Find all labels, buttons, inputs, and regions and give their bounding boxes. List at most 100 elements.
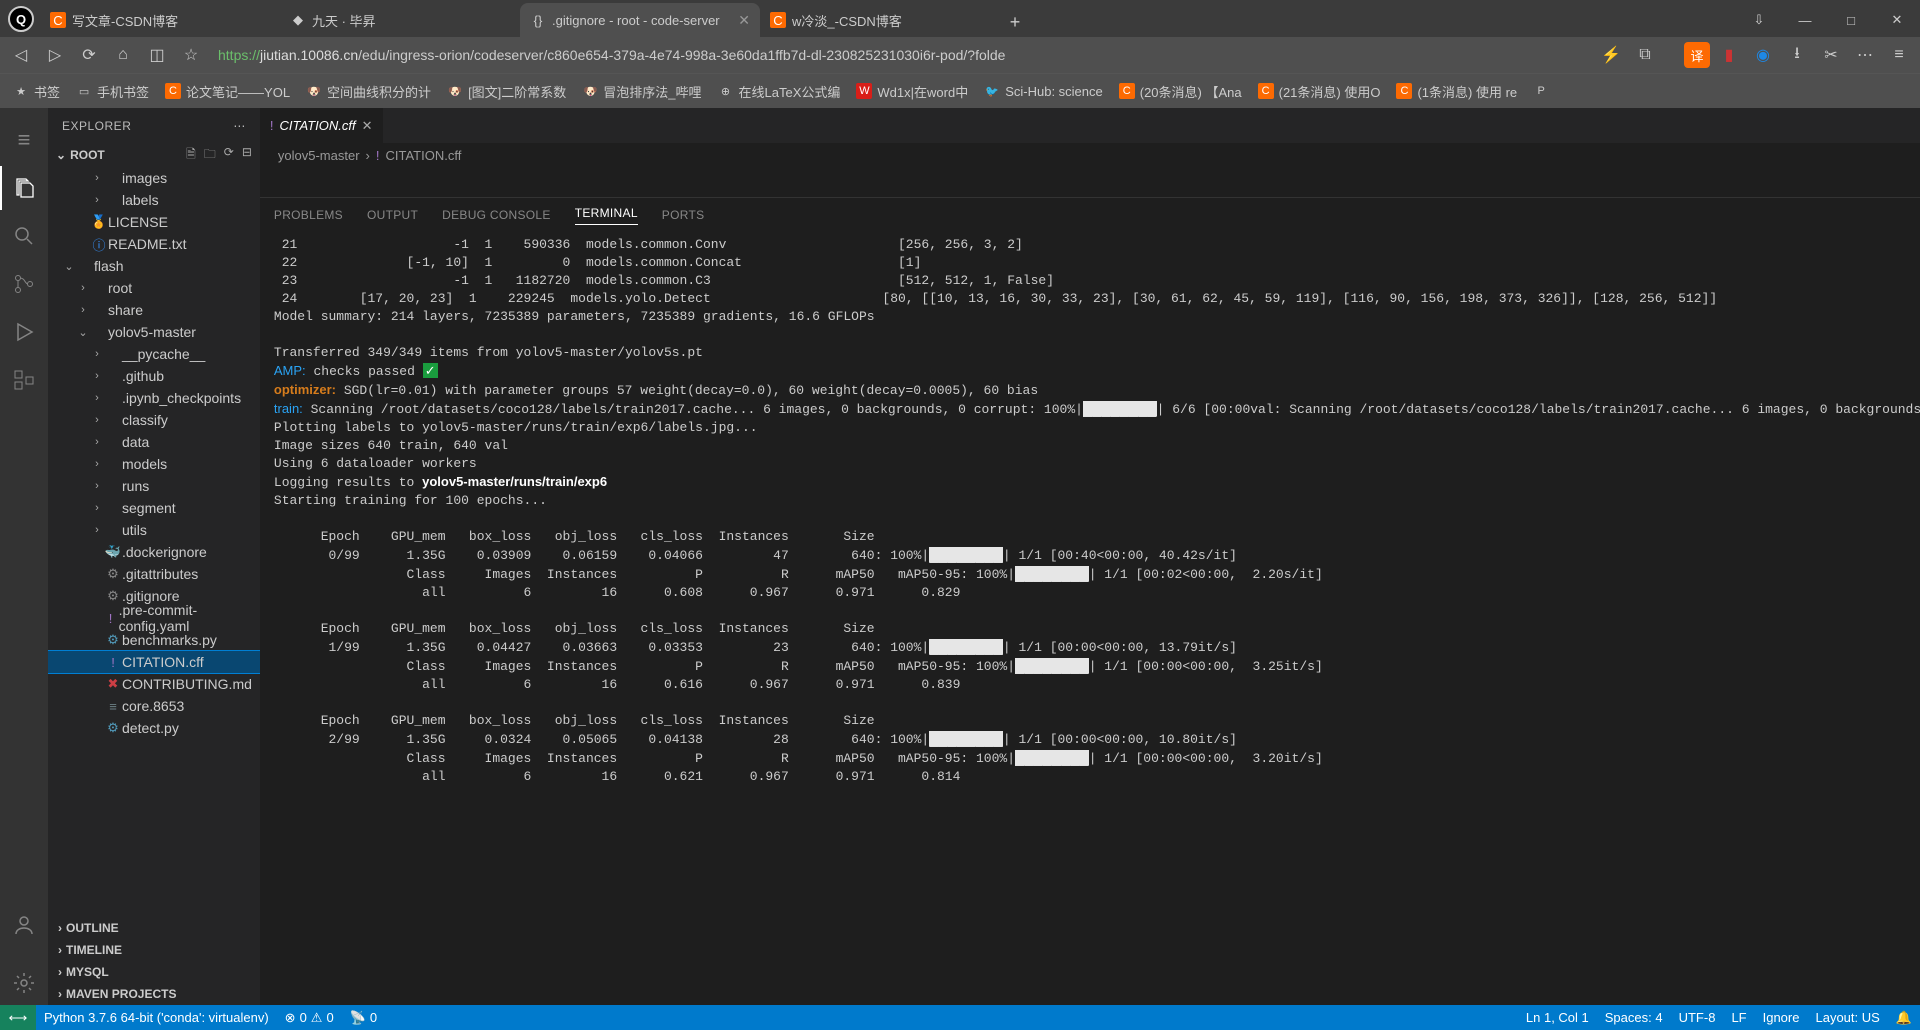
- minimize-icon[interactable]: —: [1782, 3, 1828, 37]
- bookmark-item[interactable]: P: [1526, 77, 1561, 105]
- bookmark-item[interactable]: ▭手机书签: [69, 77, 156, 105]
- bookmark-item[interactable]: C(21条消息) 使用O: [1251, 77, 1388, 105]
- tree-item[interactable]: ›root: [48, 277, 260, 299]
- bookmark-item[interactable]: C(20条消息) 【Ana: [1112, 77, 1249, 105]
- new-file-icon[interactable]: 🗎: [186, 145, 196, 166]
- panel-tab[interactable]: TERMINAL: [575, 206, 638, 225]
- tree-item[interactable]: ›images: [48, 167, 260, 189]
- status-encoding[interactable]: UTF-8: [1671, 1005, 1724, 1030]
- status-bell-icon[interactable]: 🔔: [1888, 1005, 1920, 1030]
- download-indicator-icon[interactable]: ⇩: [1736, 3, 1782, 37]
- bookmark-item[interactable]: 🐦Sci-Hub: science: [977, 77, 1110, 105]
- search-icon[interactable]: [0, 214, 48, 258]
- browser-tab[interactable]: {}.gitignore - root - code-server✕: [520, 3, 760, 37]
- status-layout[interactable]: Layout: US: [1807, 1005, 1887, 1030]
- back-icon[interactable]: ◁: [6, 40, 36, 70]
- new-tab-button[interactable]: +: [1000, 7, 1030, 37]
- settings-icon[interactable]: [0, 961, 48, 1005]
- flash-icon[interactable]: ⚡: [1596, 40, 1626, 70]
- bookmark-item[interactable]: WWd1x|在word中: [849, 77, 975, 105]
- menu-icon[interactable]: ≡: [1884, 40, 1914, 70]
- tree-item[interactable]: ⓘREADME.txt: [48, 233, 260, 255]
- tree-item[interactable]: ›.ipynb_checkpoints: [48, 387, 260, 409]
- translate-icon[interactable]: 译: [1684, 42, 1710, 68]
- status-ln[interactable]: Ln 1, Col 1: [1518, 1005, 1597, 1030]
- bookmark-item[interactable]: ⊕在线LaTeX公式编: [711, 77, 848, 105]
- popup-icon[interactable]: ⧉: [1630, 40, 1660, 70]
- new-folder-icon[interactable]: 🗀: [204, 145, 216, 166]
- refresh-icon[interactable]: ⟳: [224, 145, 234, 166]
- status-problems[interactable]: ⊗ 0 ⚠ 0: [277, 1005, 342, 1030]
- debug-icon[interactable]: [0, 310, 48, 354]
- tree-item[interactable]: ⚙detect.py: [48, 717, 260, 739]
- terminal-output[interactable]: 21 -1 1 590336 models.common.Conv [256, …: [260, 232, 1920, 1005]
- sidebar-panel[interactable]: › OUTLINE: [48, 917, 260, 939]
- tree-item[interactable]: ›.github: [48, 365, 260, 387]
- account-icon[interactable]: [0, 903, 48, 947]
- bookmark-item[interactable]: 🐶空间曲线积分的计: [299, 77, 438, 105]
- reload-icon[interactable]: ⟳: [74, 40, 104, 70]
- tree-item[interactable]: ›labels: [48, 189, 260, 211]
- maximize-icon[interactable]: □: [1828, 3, 1874, 37]
- ext-icon-1[interactable]: ▮: [1714, 40, 1744, 70]
- tree-item[interactable]: ›data: [48, 431, 260, 453]
- tree-item[interactable]: ›share: [48, 299, 260, 321]
- status-eol[interactable]: LF: [1723, 1005, 1754, 1030]
- screenshot-icon[interactable]: ✂: [1816, 40, 1846, 70]
- shield-icon[interactable]: ◫: [142, 40, 172, 70]
- bookmark-item[interactable]: ★书签: [6, 77, 67, 105]
- bookmark-item[interactable]: C论文笔记——YOL: [158, 77, 297, 105]
- breadcrumb[interactable]: yolov5-master › ! CITATION.cff: [260, 143, 1920, 167]
- sidebar-panel[interactable]: › MYSQL: [48, 961, 260, 983]
- extensions-icon[interactable]: [0, 358, 48, 402]
- panel-tab[interactable]: PORTS: [662, 208, 705, 222]
- tree-item[interactable]: ›segment: [48, 497, 260, 519]
- tree-item[interactable]: 🏅LICENSE: [48, 211, 260, 233]
- bookmark-item[interactable]: 🐶[图文]二阶常系数: [440, 77, 573, 105]
- tree-item[interactable]: ›models: [48, 453, 260, 475]
- ext-icon-2[interactable]: ◉: [1748, 40, 1778, 70]
- browser-tab[interactable]: C写文章-CSDN博客: [40, 3, 280, 37]
- panel-tab[interactable]: DEBUG CONSOLE: [442, 208, 551, 222]
- tree-item[interactable]: !.pre-commit-config.yaml: [48, 607, 260, 629]
- menu-icon[interactable]: ≡: [0, 118, 48, 162]
- sidebar-panel[interactable]: › MAVEN PROJECTS: [48, 983, 260, 1005]
- status-spaces[interactable]: Spaces: 4: [1597, 1005, 1671, 1030]
- bookmark-item[interactable]: 🐶冒泡排序法_哔哩: [575, 77, 708, 105]
- status-python[interactable]: Python 3.7.6 64-bit ('conda': virtualenv…: [36, 1005, 277, 1030]
- tree-item[interactable]: ›classify: [48, 409, 260, 431]
- tree-item[interactable]: ›__pycache__: [48, 343, 260, 365]
- editor-body[interactable]: [260, 167, 1920, 197]
- tree-item[interactable]: !CITATION.cff: [48, 651, 260, 673]
- status-ports[interactable]: 📡 0: [342, 1005, 385, 1030]
- tree-item[interactable]: ✖CONTRIBUTING.md: [48, 673, 260, 695]
- tree-item[interactable]: ›runs: [48, 475, 260, 497]
- bookmark-item[interactable]: C(1条消息) 使用 re: [1389, 77, 1524, 105]
- explorer-icon[interactable]: [0, 166, 48, 210]
- url-input[interactable]: https://jiutian.10086.cn/edu/ingress-ori…: [210, 40, 1592, 70]
- forward-icon[interactable]: ▷: [40, 40, 70, 70]
- sidebar-root[interactable]: ⌄ ROOT 🗎 🗀 ⟳ ⊟: [48, 143, 260, 167]
- downloads-icon[interactable]: ⭳: [1782, 40, 1812, 70]
- browser-tab[interactable]: Cw冷淡_-CSDN博客: [760, 3, 1000, 37]
- status-lang[interactable]: Ignore: [1755, 1005, 1808, 1030]
- browser-tab[interactable]: ◆九天 · 毕昇: [280, 3, 520, 37]
- scm-icon[interactable]: [0, 262, 48, 306]
- sidebar-more-icon[interactable]: ⋯: [233, 119, 246, 133]
- tree-item[interactable]: ›utils: [48, 519, 260, 541]
- more-icon[interactable]: ⋯: [1850, 40, 1880, 70]
- panel-tab[interactable]: PROBLEMS: [274, 208, 343, 222]
- tree-item[interactable]: ≡core.8653: [48, 695, 260, 717]
- tree-item[interactable]: ⌄flash: [48, 255, 260, 277]
- editor-tab[interactable]: ! CITATION.cff ✕: [260, 108, 383, 143]
- star-icon[interactable]: ☆: [176, 40, 206, 70]
- close-icon[interactable]: ✕: [362, 118, 373, 134]
- tree-item[interactable]: ⌄yolov5-master: [48, 321, 260, 343]
- panel-tab[interactable]: OUTPUT: [367, 208, 418, 222]
- sidebar-panel[interactable]: › TIMELINE: [48, 939, 260, 961]
- tree-item[interactable]: ⚙.gitattributes: [48, 563, 260, 585]
- home-icon[interactable]: ⌂: [108, 40, 138, 70]
- close-icon[interactable]: ✕: [738, 12, 750, 29]
- collapse-icon[interactable]: ⊟: [242, 145, 252, 166]
- tree-item[interactable]: 🐳.dockerignore: [48, 541, 260, 563]
